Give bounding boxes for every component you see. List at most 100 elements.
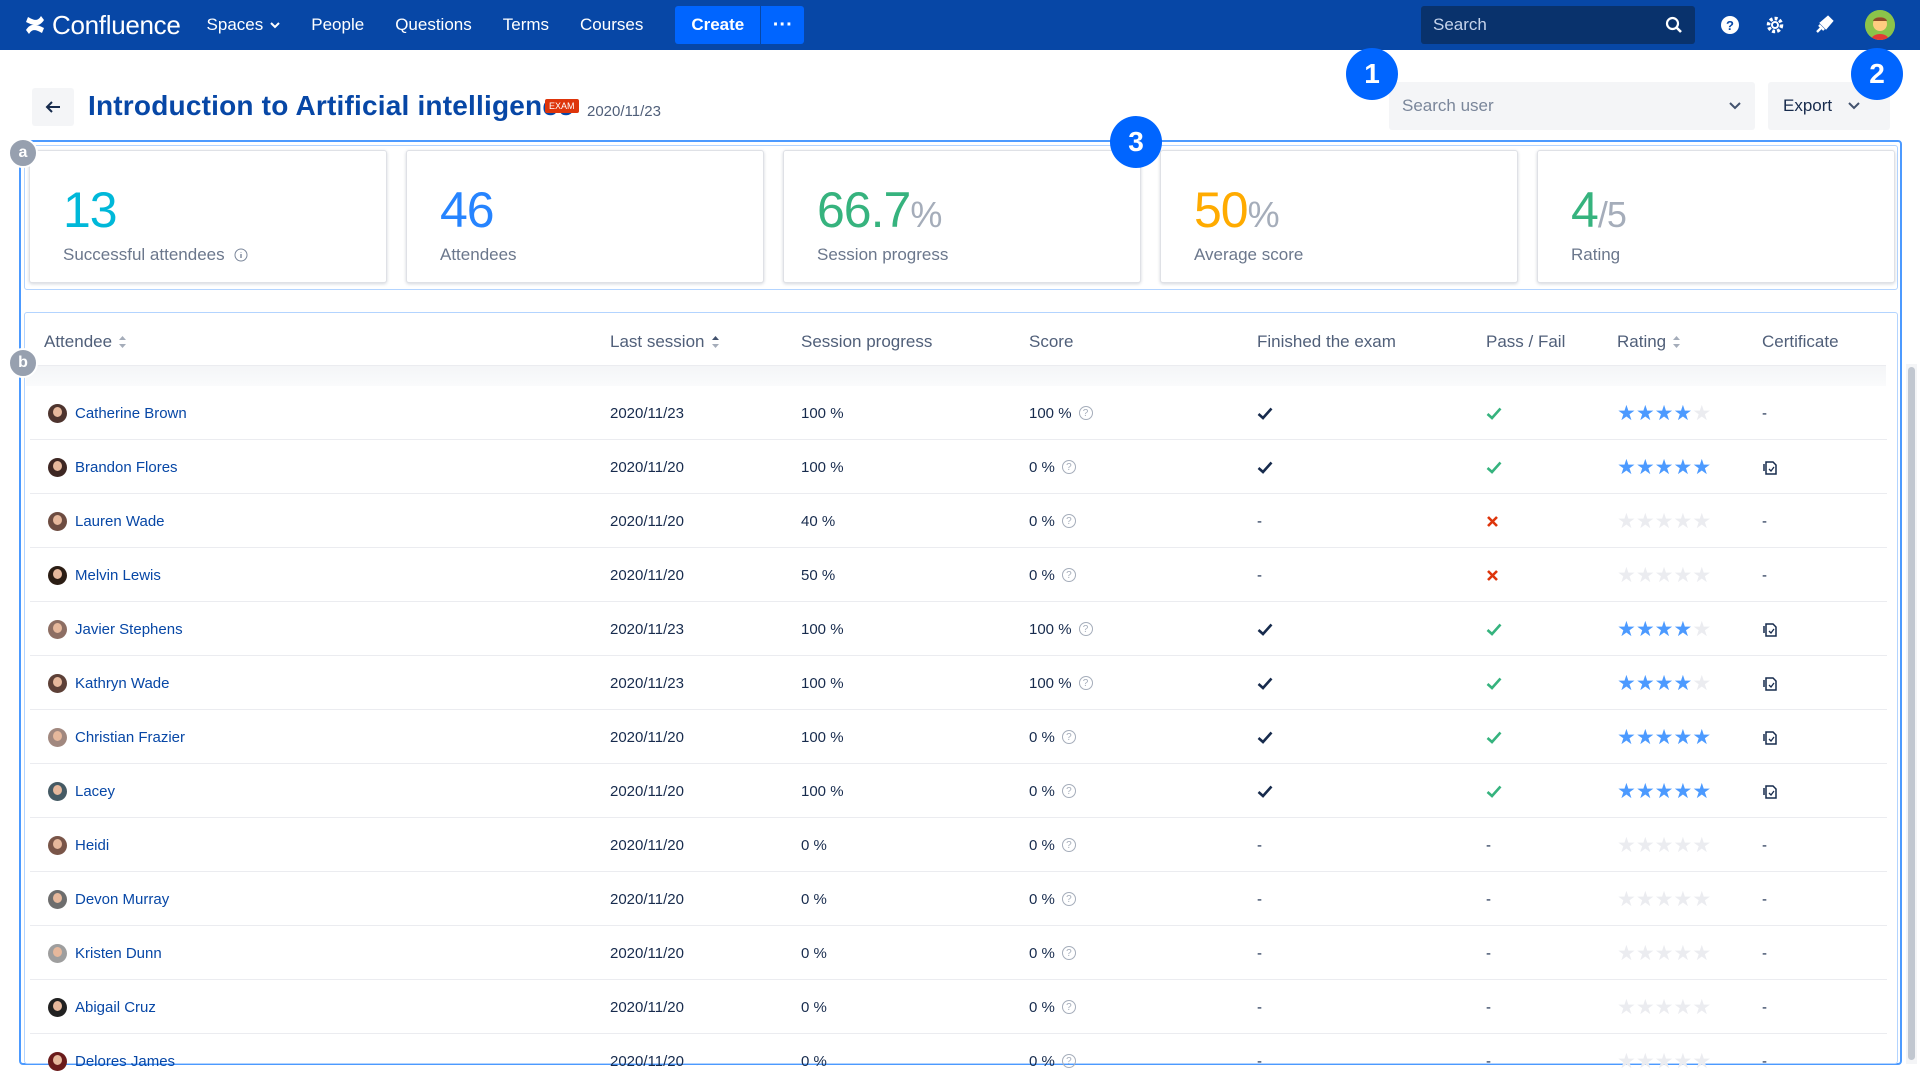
certificate-icon[interactable] [1762, 675, 1778, 692]
rating-stars[interactable]: ★ ★ ★ ★ ★ [1617, 835, 1711, 856]
attendee-name-link[interactable]: Kristen Dunn [75, 945, 162, 962]
attendee-name-link[interactable]: Catherine Brown [75, 405, 187, 422]
rating-stars[interactable]: ★ ★ ★ ★ ★ [1617, 997, 1711, 1018]
finished-exam-cell: - [1257, 818, 1262, 872]
table-row[interactable]: Kristen Dunn 2020/11/20 0 % 0 %? - - ★ ★ ★ ★ ★ - [30, 926, 1887, 980]
table-row[interactable]: Lacey 2020/11/20 100 % 0 %? ★ ★ ★ ★ ★ [30, 764, 1887, 818]
create-button[interactable]: Create [675, 6, 761, 44]
question-icon[interactable]: ? [1061, 892, 1076, 906]
table-row[interactable]: Christian Frazier 2020/11/20 100 % 0 %? ★ ★ ★ ★… [30, 710, 1887, 764]
table-row[interactable]: Javier Stephens 2020/11/23 100 % 100 %? ★ ★ ★ ★… [30, 602, 1887, 656]
certificate-icon[interactable] [1762, 729, 1778, 746]
table-row[interactable]: Melvin Lewis 2020/11/20 50 % 0 %? - ★ ★ ★ ★ ★ - [30, 548, 1887, 602]
user-avatar[interactable] [1865, 10, 1895, 40]
table-row[interactable]: Kathryn Wade 2020/11/23 100 % 100 %? ★ ★ ★ ★ ★ [30, 656, 1887, 710]
column-session-progress: Session progress [801, 332, 933, 351]
certificate-icon[interactable] [1762, 459, 1778, 476]
attendee-name-link[interactable]: Kathryn Wade [75, 675, 170, 692]
certificate-cell[interactable] [1762, 656, 1778, 710]
attendee-name-link[interactable]: Delores James [75, 1053, 175, 1070]
attendee-name-link[interactable]: Melvin Lewis [75, 567, 161, 584]
question-icon[interactable]: ? [1061, 784, 1076, 798]
stat-label: Attendees [440, 245, 517, 264]
rating-stars[interactable]: ★ ★ ★ ★ ★ [1617, 1051, 1711, 1072]
table-row[interactable]: Abigail Cruz 2020/11/20 0 % 0 %? - - ★ ★ ★ ★ ★ - [30, 980, 1887, 1034]
help-icon[interactable]: ? [1718, 13, 1742, 37]
nav-questions[interactable]: Questions [395, 15, 472, 35]
rating-stars[interactable]: ★ ★ ★ ★ ★ [1617, 619, 1711, 640]
attendee-name-link[interactable]: Brandon Flores [75, 459, 178, 476]
table-row[interactable]: Heidi 2020/11/20 0 % 0 %? - - ★ ★ ★ ★ ★ - [30, 818, 1887, 872]
rating-stars[interactable]: ★ ★ ★ ★ ★ [1617, 673, 1711, 694]
column-attendee[interactable]: Attendee [44, 332, 127, 352]
rating-stars[interactable]: ★ ★ ★ ★ ★ [1617, 727, 1711, 748]
nav-terms[interactable]: Terms [503, 15, 549, 35]
stat-number: 46 [440, 182, 495, 238]
table-row[interactable]: Brandon Flores 2020/11/20 100 % 0 %? ★ ★ ★ ★ ★ [30, 440, 1887, 494]
more-button[interactable]: ··· [760, 6, 805, 44]
settings-gear-icon[interactable] [1763, 13, 1787, 37]
column-rating[interactable]: Rating [1617, 332, 1681, 352]
last-session-cell: 2020/11/20 [610, 566, 684, 584]
attendee-name-link[interactable]: Lauren Wade [75, 513, 165, 530]
attendee-name-link[interactable]: Lacey [75, 783, 115, 800]
info-icon[interactable] [234, 248, 248, 262]
global-search-input[interactable]: Search [1421, 6, 1695, 44]
certificate-cell[interactable] [1762, 602, 1778, 656]
notifications-icon[interactable] [1812, 13, 1836, 37]
certificate-cell[interactable] [1762, 440, 1778, 494]
question-icon[interactable]: ? [1078, 622, 1093, 636]
question-icon[interactable]: ? [1078, 406, 1093, 420]
confluence-logo[interactable]: Confluence [24, 10, 181, 41]
finished-exam-cell: - [1257, 1034, 1262, 1080]
certificate-cell[interactable] [1762, 764, 1778, 818]
attendee-name-link[interactable]: Heidi [75, 837, 109, 854]
rating-stars[interactable]: ★ ★ ★ ★ ★ [1617, 565, 1711, 586]
question-icon[interactable]: ? [1061, 514, 1076, 528]
star-empty-icon: ★ [1654, 995, 1674, 1019]
star-filled-icon: ★ [1692, 455, 1712, 479]
attendee-name-link[interactable]: Abigail Cruz [75, 999, 156, 1016]
certificate-icon[interactable] [1762, 621, 1778, 638]
rating-cell: ★ ★ ★ ★ ★ [1617, 980, 1711, 1034]
rating-stars[interactable]: ★ ★ ★ ★ ★ [1617, 889, 1711, 910]
star-filled-icon: ★ [1635, 725, 1655, 749]
table-row[interactable]: Lauren Wade 2020/11/20 40 % 0 %? - ★ ★ ★ ★ ★ - [30, 494, 1887, 548]
nav-spaces[interactable]: Spaces [207, 15, 281, 35]
rating-stars[interactable]: ★ ★ ★ ★ ★ [1617, 781, 1711, 802]
question-icon[interactable]: ? [1061, 946, 1076, 960]
table-row[interactable]: Devon Murray 2020/11/20 0 % 0 %? - - ★ ★ ★ ★ ★ - [30, 872, 1887, 926]
check-icon [1486, 461, 1502, 474]
question-icon[interactable]: ? [1061, 1054, 1076, 1068]
attendee-name-link[interactable]: Christian Frazier [75, 729, 185, 746]
rating-stars[interactable]: ★ ★ ★ ★ ★ [1617, 457, 1711, 478]
rating-cell: ★ ★ ★ ★ ★ [1617, 1034, 1711, 1080]
column-last-session[interactable]: Last session [610, 332, 720, 352]
table-row[interactable]: Catherine Brown 2020/11/23 100 % 100 %? ★ ★ ★ ★… [30, 386, 1887, 440]
nav-courses[interactable]: Courses [580, 15, 643, 35]
rating-stars[interactable]: ★ ★ ★ ★ ★ [1617, 943, 1711, 964]
nav-people[interactable]: People [311, 15, 364, 35]
star-filled-icon: ★ [1654, 779, 1674, 803]
certificate-icon[interactable] [1762, 783, 1778, 800]
scrollbar-thumb[interactable] [1908, 367, 1915, 1060]
rating-stars[interactable]: ★ ★ ★ ★ ★ [1617, 403, 1711, 424]
attendee-name-link[interactable]: Javier Stephens [75, 621, 183, 638]
back-button[interactable] [32, 88, 74, 126]
search-user-select[interactable]: Search user [1389, 82, 1755, 130]
attendee-name-link[interactable]: Devon Murray [75, 891, 169, 908]
question-icon[interactable]: ? [1061, 730, 1076, 744]
question-icon[interactable]: ? [1078, 676, 1093, 690]
stat-label-text: Successful attendees [63, 245, 225, 264]
question-icon[interactable]: ? [1061, 568, 1076, 582]
rating-stars[interactable]: ★ ★ ★ ★ ★ [1617, 511, 1711, 532]
certificate-cell[interactable] [1762, 710, 1778, 764]
score-value: 0 % [1029, 458, 1055, 476]
score-cell: 0 %? [1029, 1034, 1076, 1080]
svg-text:?: ? [1726, 18, 1734, 33]
question-icon[interactable]: ? [1061, 838, 1076, 852]
finished-exam-cell [1257, 656, 1273, 710]
question-icon[interactable]: ? [1061, 460, 1076, 474]
question-icon[interactable]: ? [1061, 1000, 1076, 1014]
table-row[interactable]: Delores James 2020/11/20 0 % 0 %? - - ★ ★ ★ ★ ★ - [30, 1034, 1887, 1080]
